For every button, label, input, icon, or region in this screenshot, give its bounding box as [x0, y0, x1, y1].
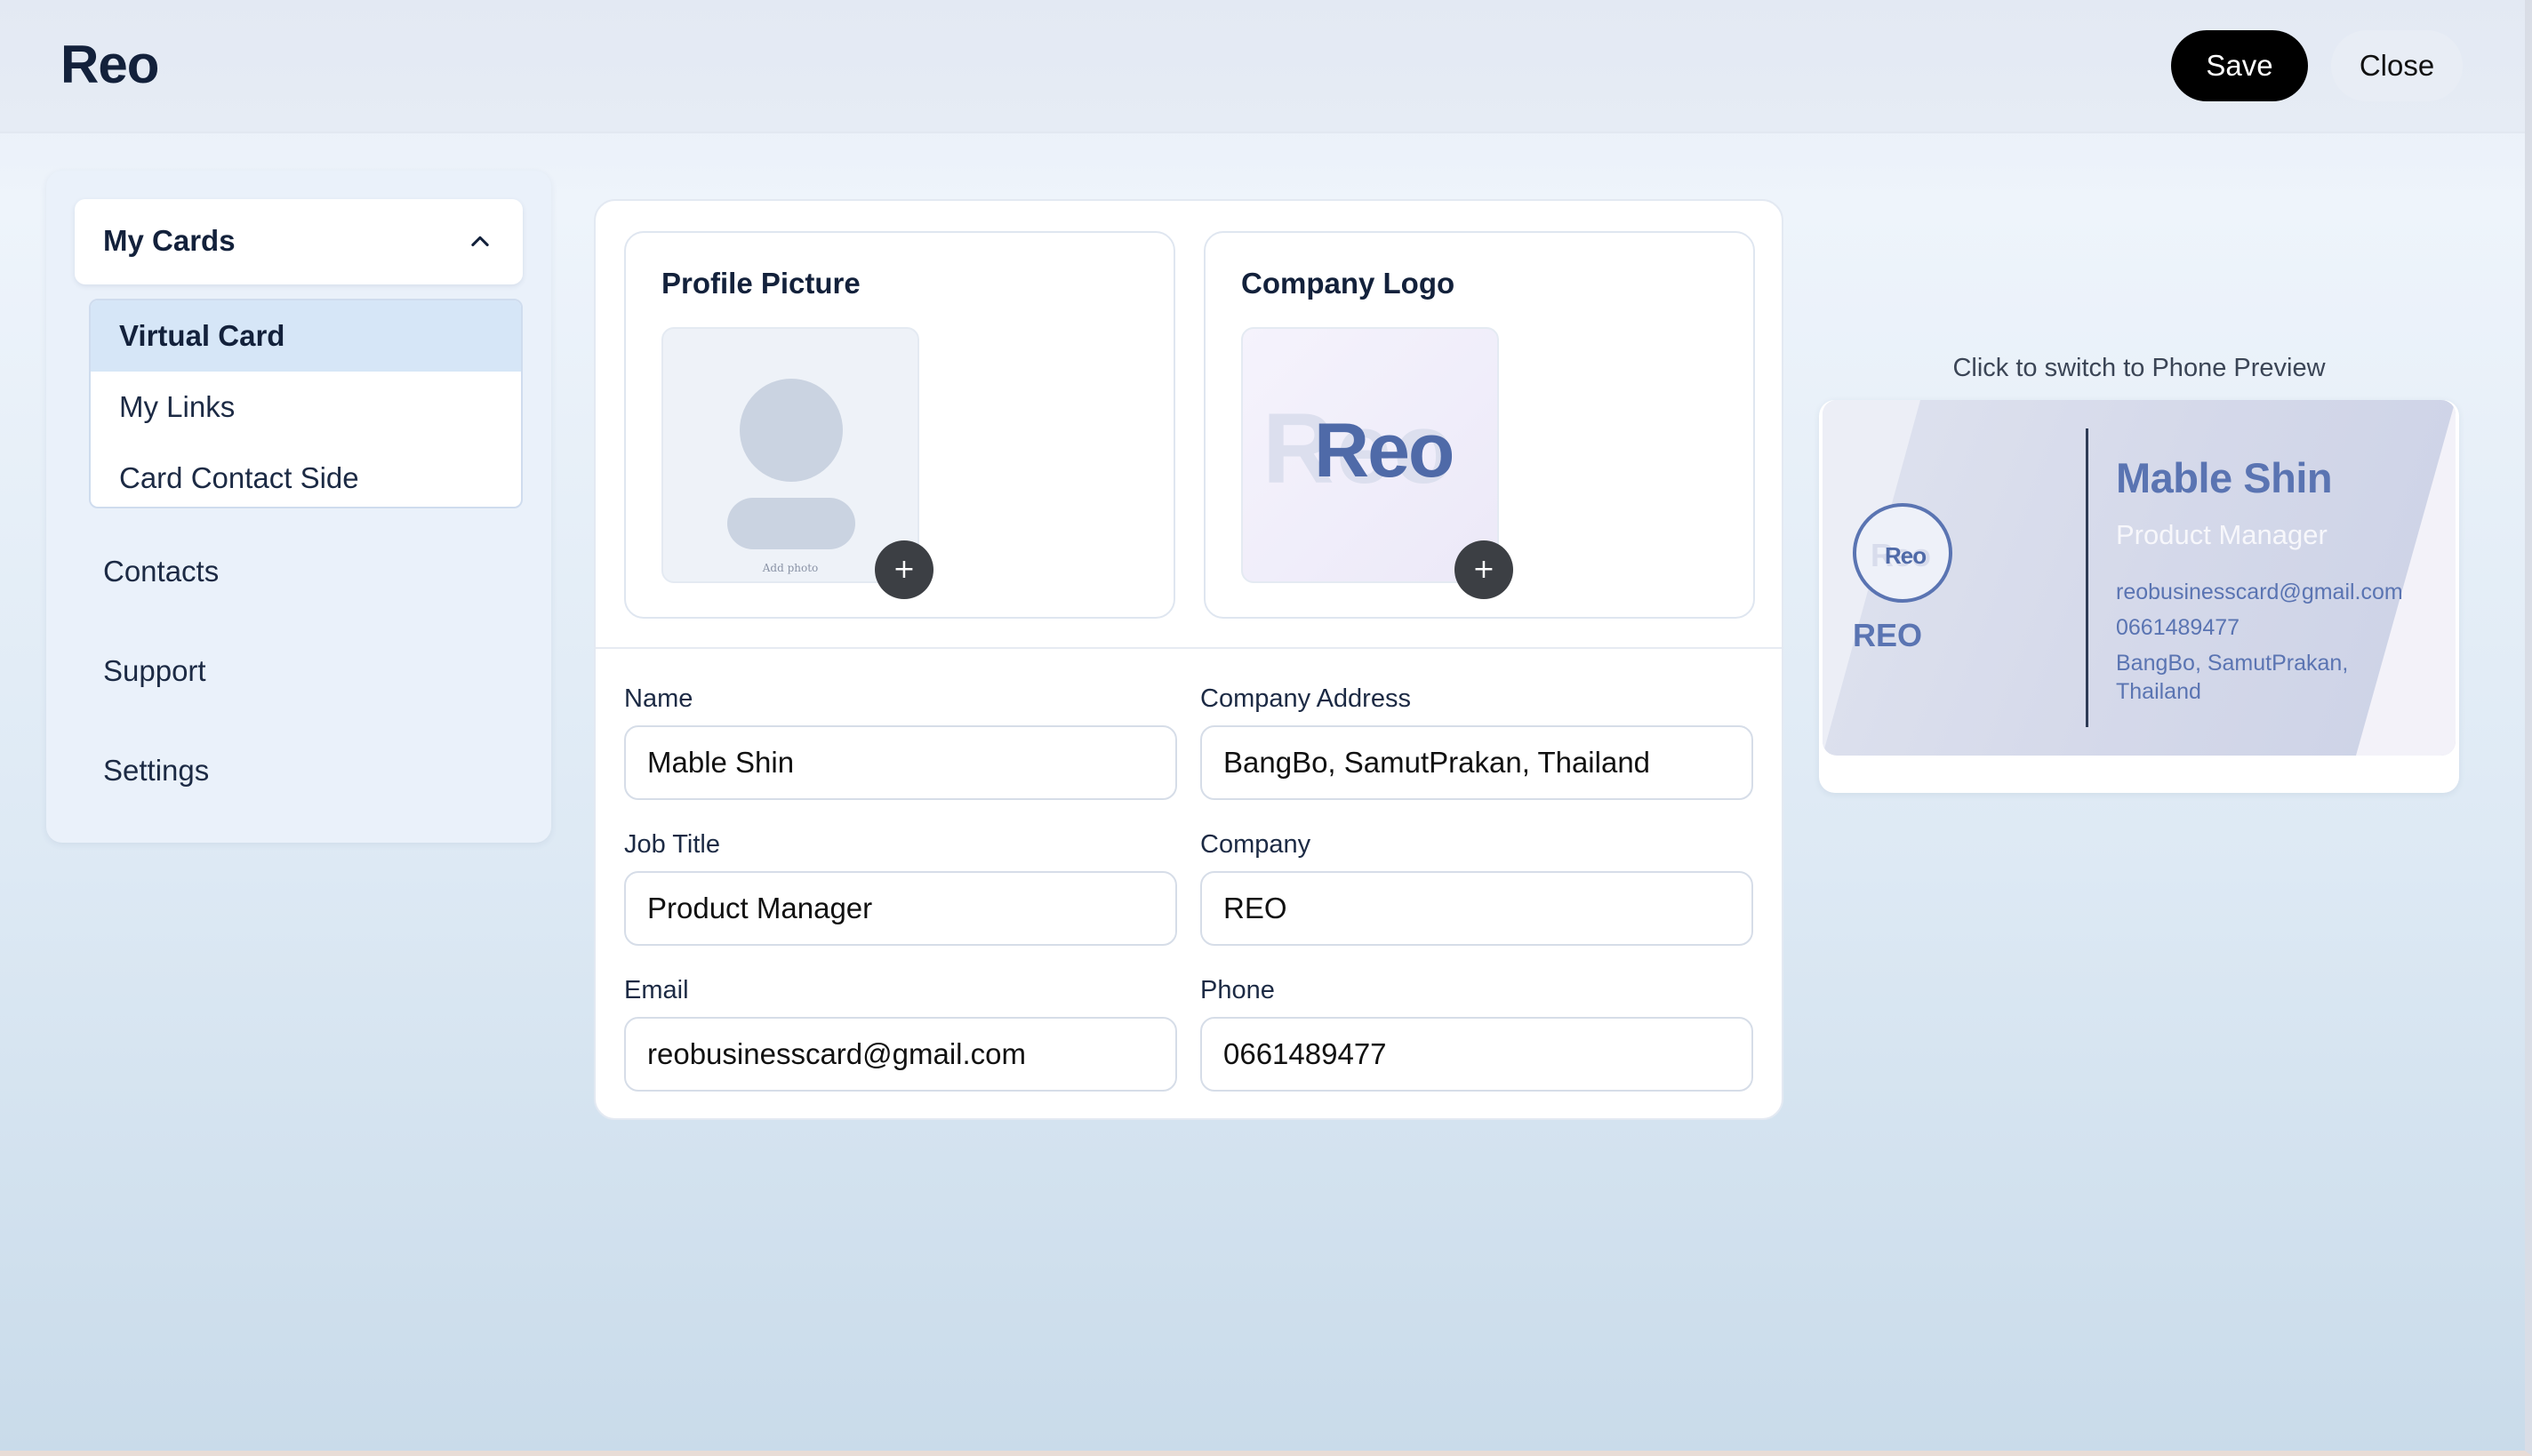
phone-label: Phone — [1200, 976, 1275, 1004]
add-company-logo-button[interactable]: + — [1454, 540, 1513, 599]
company-address-label: Company Address — [1200, 684, 1411, 713]
card-stripe-right — [2356, 400, 2456, 756]
chevron-up-icon — [471, 236, 489, 247]
company-logo-card: Company Logo Reo Reo + — [1204, 231, 1755, 619]
company-address-field[interactable] — [1200, 725, 1753, 800]
add-profile-picture-button[interactable]: + — [875, 540, 933, 599]
card-logo-text: Reo — [1885, 542, 1927, 569]
avatar-head-shape — [740, 379, 843, 482]
section-label: My Cards — [103, 224, 236, 257]
card-address-line-2: Thailand — [2116, 679, 2201, 704]
card-divider — [2086, 428, 2088, 727]
profile-picture-card: Profile Picture Add photo + — [624, 231, 1175, 619]
preview-switch-caption[interactable]: Click to switch to Phone Preview — [1819, 354, 2459, 383]
company-logo-preview[interactable]: Reo Reo — [1241, 327, 1499, 583]
company-logo-title: Company Logo — [1241, 267, 1455, 300]
my-cards-submenu: Virtual Card My Links Card Contact Side — [89, 299, 523, 508]
close-button[interactable]: Close — [2331, 30, 2463, 101]
profile-picture-title: Profile Picture — [661, 267, 861, 300]
card-email: reobusinesscard@gmail.com — [2116, 580, 2403, 604]
profile-picture-placeholder[interactable]: Add photo — [661, 327, 919, 583]
sidebar-item-my-links[interactable]: My Links — [91, 372, 521, 443]
card-preview[interactable]: Reo Reo REO Mable Shin Product Manager r… — [1819, 400, 2459, 793]
sidebar-item-virtual-card[interactable]: Virtual Card — [91, 300, 521, 372]
sidebar-item-settings[interactable]: Settings — [103, 754, 209, 788]
top-bar: Reo Save Close — [0, 0, 2525, 133]
company-field[interactable] — [1200, 871, 1753, 946]
email-label: Email — [624, 976, 689, 1004]
brand-logo[interactable]: Reo — [60, 34, 159, 95]
email-field[interactable] — [624, 1017, 1177, 1092]
app-window: Reo Save Close My Cards Virtual Card My … — [0, 0, 2532, 1456]
card-logo-circle: Reo Reo — [1853, 503, 1952, 603]
name-field[interactable] — [624, 725, 1177, 800]
sidebar: My Cards Virtual Card My Links Card Cont… — [46, 171, 551, 843]
card-name: Mable Shin — [2116, 454, 2333, 501]
sidebar-item-contacts[interactable]: Contacts — [103, 555, 219, 588]
job-title-label: Job Title — [624, 830, 720, 859]
company-label: Company — [1200, 830, 1311, 859]
card-company: REO — [1853, 617, 1923, 653]
card-editor-panel: Profile Picture Add photo + Company Logo… — [594, 199, 1783, 1120]
card-job-title: Product Manager — [2116, 519, 2328, 550]
job-title-field[interactable] — [624, 871, 1177, 946]
my-cards-section-toggle[interactable]: My Cards — [75, 199, 523, 284]
avatar-body-shape — [727, 498, 855, 549]
card-address-line-1: BangBo, SamutPrakan, — [2116, 651, 2349, 676]
section-divider — [596, 647, 1782, 649]
sidebar-item-card-contact-side[interactable]: Card Contact Side — [91, 443, 521, 507]
business-card: Reo Reo REO Mable Shin Product Manager r… — [1823, 400, 2456, 756]
phone-field[interactable] — [1200, 1017, 1753, 1092]
save-button[interactable]: Save — [2171, 30, 2308, 101]
card-phone: 0661489477 — [2116, 615, 2240, 640]
name-label: Name — [624, 684, 693, 713]
sidebar-item-support[interactable]: Support — [103, 654, 206, 688]
company-logo-image: Reo — [1314, 408, 1454, 493]
